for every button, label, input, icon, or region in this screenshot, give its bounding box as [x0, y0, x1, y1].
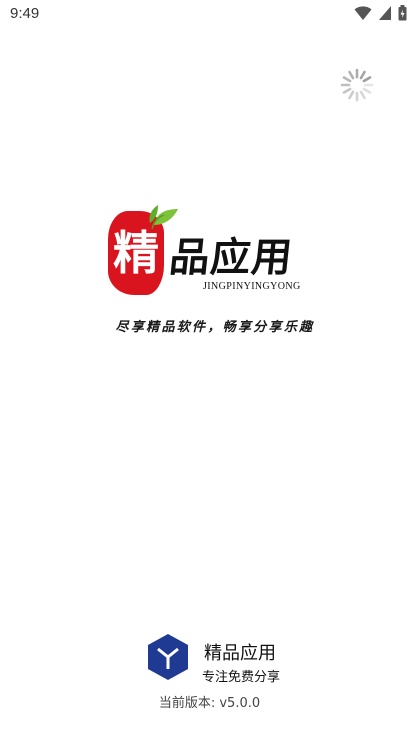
footer-tagline: 专注免费分享 [202, 670, 281, 685]
logo-pinyin: JINGPINYINGYONG [203, 281, 301, 292]
spinner-tick [362, 76, 372, 83]
battery-icon [398, 5, 407, 21]
spinner-tick [359, 90, 366, 100]
footer-brand: 精品应用 专注免费分享 [146, 633, 306, 685]
status-time: 9:49 [10, 5, 40, 22]
spinner-tick [362, 87, 372, 94]
seal-char: 精 [113, 226, 159, 280]
footer-app-name: 精品应用 [204, 643, 276, 664]
spinner-tick [359, 70, 366, 80]
brand-cube-icon [148, 634, 188, 680]
spinner-tick [348, 90, 355, 100]
version-label: 当前版本: [158, 696, 220, 711]
version-value: v5.0.0 [219, 696, 261, 711]
status-bar: 9:49 [0, 0, 419, 28]
slogan-text: 尽享精品软件，畅享分享乐趣 [115, 320, 315, 335]
logo-title: 品应用 [167, 234, 296, 281]
spinner-tick [348, 70, 355, 80]
status-icons [354, 5, 407, 21]
spinner-icon [340, 68, 374, 102]
signal-icon [379, 6, 391, 20]
spinner-tick [342, 76, 352, 83]
spinner-tick [342, 87, 352, 94]
app-logo: 精 品应用 JINGPINYINGYONG [108, 205, 320, 300]
wifi-icon [354, 6, 372, 20]
version-text: 当前版本: v5.0.0 [0, 692, 419, 711]
